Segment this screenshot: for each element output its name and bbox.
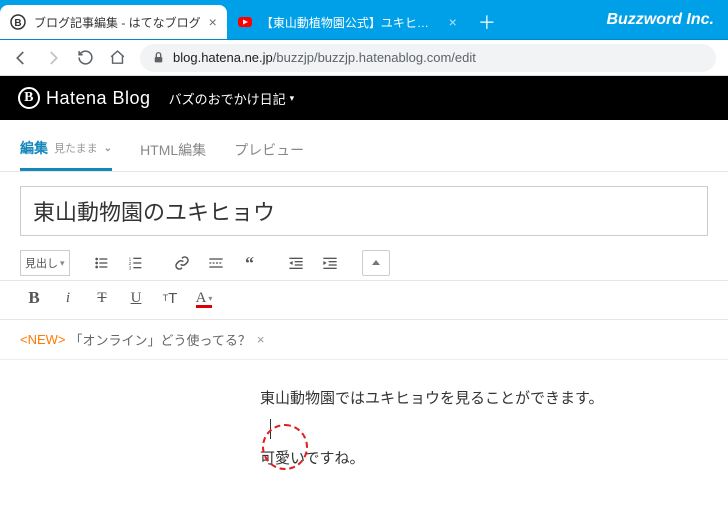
post-title-input[interactable]: 東山動物園のユキヒョウ [20, 186, 708, 236]
hatena-header: B Hatena Blog バズのおでかけ日記 ▾ [0, 76, 728, 120]
browser-address-bar: blog.hatena.ne.jp/buzzjp/buzzjp.hatenabl… [0, 40, 728, 76]
blog-title-dropdown[interactable]: バズのおでかけ日記 ▾ [169, 89, 295, 108]
tab-close-icon[interactable]: × [209, 14, 217, 30]
tab-preview[interactable]: プレビュー [234, 138, 304, 171]
url-input[interactable]: blog.hatena.ne.jp/buzzjp/buzzjp.hatenabl… [140, 44, 716, 72]
hatena-logo[interactable]: B Hatena Blog [18, 87, 151, 109]
collapse-toolbar-icon[interactable] [362, 250, 390, 276]
text-color-button[interactable]: A▾ [190, 285, 218, 311]
watermark: Buzzword Inc. [606, 11, 714, 29]
notice-text: 「オンライン」どう使ってる？ [70, 330, 251, 349]
body-paragraph: 可愛いですね。 [260, 444, 704, 474]
body-paragraph: 東山動物園ではユキヒョウを見ることができます。 [260, 384, 704, 414]
bold-button[interactable]: B [20, 285, 48, 311]
chevron-down-icon: ⌄ [104, 143, 112, 154]
browser-titlebar: B ブログ記事編集 - はてなブログ × 【東山動植物園公式】ユキヒョウの鳴 ×… [0, 0, 728, 40]
forward-button [44, 49, 62, 67]
browser-tab-inactive[interactable]: 【東山動植物園公式】ユキヒョウの鳴 × [227, 5, 467, 39]
quote-icon[interactable]: “ [236, 250, 264, 276]
underline-button[interactable]: U [122, 285, 150, 311]
indent-icon[interactable] [316, 250, 344, 276]
notice-new-badge: <NEW> [20, 332, 66, 347]
back-button[interactable] [12, 49, 30, 67]
editor-mode-tabs: 編集 見たまま ⌄ HTML編集 プレビュー [0, 120, 728, 172]
unordered-list-icon[interactable] [88, 250, 116, 276]
editor-page: 編集 見たまま ⌄ HTML編集 プレビュー 東山動物園のユキヒョウ 見出し ▾… [0, 120, 728, 498]
tab-close-icon[interactable]: × [449, 14, 457, 30]
heading-select[interactable]: 見出し ▾ [20, 250, 70, 276]
ordered-list-icon[interactable]: 123 [122, 250, 150, 276]
reload-button[interactable] [76, 49, 94, 67]
caret-down-icon: ▾ [290, 93, 295, 104]
browser-tab-label: 【東山動植物園公式】ユキヒョウの鳴 [261, 14, 441, 31]
read-more-icon[interactable] [202, 250, 230, 276]
italic-button[interactable]: i [54, 285, 82, 311]
body-paragraph-empty [260, 414, 704, 444]
youtube-favicon-icon [237, 14, 253, 30]
tab-html[interactable]: HTML編集 [140, 138, 206, 171]
notice-bar[interactable]: <NEW> 「オンライン」どう使ってる？ × [0, 320, 728, 360]
svg-text:3: 3 [128, 266, 131, 271]
svg-text:B: B [14, 18, 21, 29]
text-cursor-icon [270, 419, 271, 439]
lock-icon [152, 51, 165, 64]
editor-body[interactable]: 東山動物園ではユキヒョウを見ることができます。 可愛いですね。 [0, 360, 728, 498]
notice-close-icon[interactable]: × [257, 332, 265, 347]
tab-edit[interactable]: 編集 見たまま ⌄ [20, 138, 112, 171]
hatena-mark-icon: B [18, 87, 40, 109]
hatena-brand: Hatena Blog [46, 88, 151, 109]
browser-tab-active[interactable]: B ブログ記事編集 - はてなブログ × [0, 5, 227, 39]
strikethrough-button[interactable]: T [88, 285, 116, 311]
chevron-down-icon: ▾ [60, 258, 65, 269]
editor-toolbar: 見出し ▾ 123 “ [0, 246, 728, 281]
outdent-icon[interactable] [282, 250, 310, 276]
browser-tab-label: ブログ記事編集 - はてなブログ [34, 14, 201, 31]
hatena-favicon-icon: B [10, 14, 26, 30]
font-size-button[interactable]: TT [156, 285, 184, 311]
url-text: blog.hatena.ne.jp/buzzjp/buzzjp.hatenabl… [173, 50, 476, 65]
link-icon[interactable] [168, 250, 196, 276]
editor-toolbar-text: B i T U TT A▾ [0, 281, 728, 320]
new-tab-button[interactable]: ＋ [473, 8, 501, 36]
chevron-down-icon: ▾ [208, 294, 212, 303]
home-button[interactable] [108, 49, 126, 67]
